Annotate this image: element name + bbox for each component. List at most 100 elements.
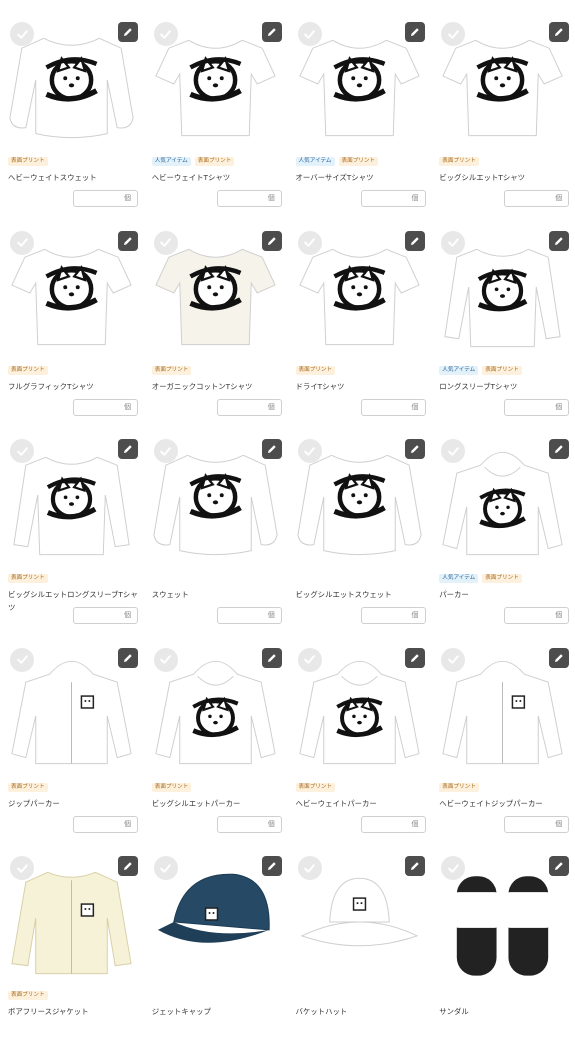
- quantity-input[interactable]: 個: [73, 398, 138, 416]
- edit-button[interactable]: [549, 647, 569, 668]
- edit-button[interactable]: [117, 439, 138, 459]
- product-card[interactable]: 表面プリント フルグラフィックTシャツ 個: [0, 209, 144, 418]
- select-check-icon[interactable]: [297, 22, 322, 46]
- product-name[interactable]: ヘビーウェイトパーカー: [296, 797, 426, 810]
- select-check-icon[interactable]: [153, 22, 178, 46]
- quantity-input[interactable]: 個: [360, 190, 426, 207]
- edit-button[interactable]: [261, 856, 282, 876]
- edit-button[interactable]: [405, 856, 426, 876]
- product-name[interactable]: サンダル: [439, 1005, 569, 1018]
- product-name[interactable]: ビッグシルエットスウェット: [296, 588, 426, 601]
- popular-item-badge: 人気アイテム: [151, 157, 191, 166]
- product-card[interactable]: 人気アイテム 表面プリント パーカー 個: [431, 417, 575, 626]
- select-check-icon[interactable]: [153, 647, 178, 672]
- edit-button[interactable]: [117, 647, 138, 668]
- product-card[interactable]: スウェット 個: [144, 417, 288, 626]
- edit-button[interactable]: [117, 230, 138, 251]
- pencil-icon: [411, 862, 419, 870]
- select-check-icon[interactable]: [10, 22, 34, 46]
- quantity-input[interactable]: 個: [360, 815, 426, 833]
- product-name[interactable]: パーカー: [439, 588, 569, 601]
- product-name[interactable]: ボアフリースジャケット: [8, 1005, 138, 1018]
- product-name[interactable]: ジップパーカー: [8, 797, 138, 810]
- edit-button[interactable]: [117, 856, 138, 876]
- product-name[interactable]: ヘビーウェイトスウェット: [8, 171, 138, 184]
- quantity-input[interactable]: 個: [73, 815, 138, 833]
- select-check-icon[interactable]: [10, 856, 34, 880]
- product-name[interactable]: ヘビーウェイトTシャツ: [152, 171, 282, 184]
- product-card[interactable]: 表面プリント ジップパーカー 個: [0, 626, 144, 835]
- product-name[interactable]: ジェットキャップ: [152, 1005, 282, 1018]
- product-card[interactable]: サンダル: [431, 834, 575, 1043]
- product-name[interactable]: ロングスリーブTシャツ: [439, 380, 569, 393]
- edit-button[interactable]: [549, 230, 569, 251]
- product-card[interactable]: ビッグシルエットスウェット 個: [288, 417, 432, 626]
- dog-graphic: [204, 907, 218, 921]
- edit-button[interactable]: [549, 22, 569, 42]
- edit-button[interactable]: [261, 230, 282, 251]
- select-check-icon[interactable]: [441, 230, 466, 255]
- product-name[interactable]: オーバーサイズTシャツ: [296, 171, 426, 184]
- select-check-icon[interactable]: [297, 439, 322, 463]
- select-check-icon[interactable]: [10, 230, 34, 255]
- product-card[interactable]: 表面プリント ビッグシルエットロングスリーブTシャツ 個: [0, 417, 144, 626]
- select-check-icon[interactable]: [297, 230, 322, 255]
- product-card[interactable]: 人気アイテム 表面プリント ヘビーウェイトTシャツ 個: [144, 0, 288, 209]
- select-check-icon[interactable]: [153, 439, 178, 463]
- product-card[interactable]: 表面プリント ビッグシルエットパーカー 個: [144, 626, 288, 835]
- edit-button[interactable]: [549, 439, 569, 459]
- select-check-icon[interactable]: [153, 856, 178, 880]
- product-card[interactable]: 表面プリント ドライTシャツ 個: [288, 209, 432, 418]
- quantity-input[interactable]: 個: [504, 815, 570, 833]
- select-check-icon[interactable]: [297, 856, 322, 880]
- product-card[interactable]: 表面プリント ヘビーウェイトパーカー 個: [288, 626, 432, 835]
- quantity-input[interactable]: 個: [216, 190, 282, 207]
- edit-button[interactable]: [405, 647, 426, 668]
- product-card[interactable]: バケットハット: [288, 834, 432, 1043]
- edit-button[interactable]: [549, 856, 569, 876]
- product-name[interactable]: オーガニックコットンTシャツ: [152, 380, 282, 393]
- select-check-icon[interactable]: [153, 230, 178, 255]
- product-card[interactable]: 人気アイテム 表面プリント ロングスリーブTシャツ 個: [431, 209, 575, 418]
- product-card[interactable]: 表面プリント オーガニックコットンTシャツ 個: [144, 209, 288, 418]
- quantity-input[interactable]: 個: [360, 607, 426, 624]
- product-card[interactable]: 表面プリント ヘビーウェイトスウェット 個: [0, 0, 144, 209]
- select-check-icon[interactable]: [10, 439, 34, 463]
- product-card[interactable]: 表面プリント ボアフリースジャケット: [0, 834, 144, 1043]
- select-check-icon[interactable]: [10, 647, 34, 672]
- quantity-input[interactable]: 個: [504, 190, 570, 207]
- quantity-input[interactable]: 個: [360, 398, 426, 416]
- product-card[interactable]: ジェットキャップ: [144, 834, 288, 1043]
- edit-button[interactable]: [261, 647, 282, 668]
- product-name[interactable]: ドライTシャツ: [296, 380, 426, 393]
- product-name[interactable]: フルグラフィックTシャツ: [8, 380, 138, 393]
- front-print-badge: 表面プリント: [8, 991, 48, 1000]
- product-name[interactable]: ビッグシルエットTシャツ: [439, 171, 569, 184]
- edit-button[interactable]: [261, 439, 282, 459]
- product-card[interactable]: 人気アイテム 表面プリント オーバーサイズTシャツ 個: [288, 0, 432, 209]
- front-print-badge: 表面プリント: [439, 157, 479, 166]
- edit-button[interactable]: [117, 22, 138, 42]
- quantity-input[interactable]: 個: [73, 607, 138, 624]
- quantity-input[interactable]: 個: [216, 607, 282, 624]
- edit-button[interactable]: [405, 439, 426, 459]
- edit-button[interactable]: [405, 230, 426, 251]
- quantity-input[interactable]: 個: [504, 398, 570, 416]
- select-check-icon[interactable]: [297, 647, 322, 672]
- pencil-icon: [555, 445, 563, 453]
- edit-button[interactable]: [405, 22, 426, 42]
- product-name[interactable]: ヘビーウェイトジップパーカー: [439, 797, 569, 810]
- unit-label: 個: [267, 194, 275, 202]
- product-card[interactable]: 表面プリント ヘビーウェイトジップパーカー 個: [431, 626, 575, 835]
- quantity-input[interactable]: 個: [216, 398, 282, 416]
- quantity-input[interactable]: 個: [216, 815, 282, 833]
- product-card[interactable]: 表面プリント ビッグシルエットTシャツ 個: [431, 0, 575, 209]
- product-name[interactable]: ビッグシルエットパーカー: [152, 797, 282, 810]
- front-print-badge: 表面プリント: [295, 782, 336, 792]
- product-name[interactable]: バケットハット: [296, 1005, 426, 1018]
- product-name[interactable]: スウェット: [152, 588, 282, 601]
- select-check-icon[interactable]: [441, 647, 466, 672]
- edit-button[interactable]: [261, 22, 282, 42]
- quantity-input[interactable]: 個: [504, 607, 570, 624]
- quantity-input[interactable]: 個: [73, 190, 138, 207]
